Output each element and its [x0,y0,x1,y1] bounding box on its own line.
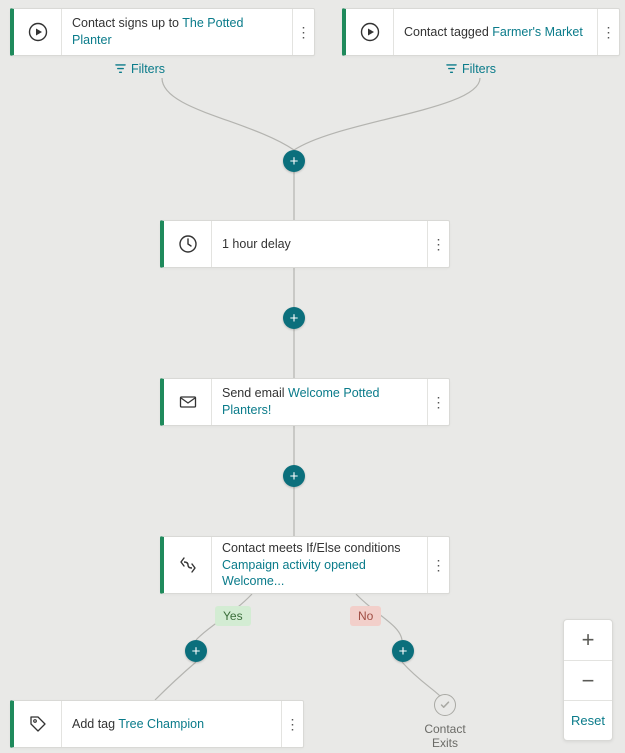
ifelse-card[interactable]: Contact meets If/Else conditions Campaig… [160,536,450,594]
contact-exit: Contact Exits [410,694,480,750]
delay-card[interactable]: 1 hour delay ⋮ [160,220,450,268]
check-circle-icon [434,694,456,716]
zoom-panel: + − Reset [563,619,613,741]
clock-icon [164,221,212,267]
addtag-text: Add tag Tree Champion [62,710,281,739]
zoom-reset-button[interactable]: Reset [564,700,612,740]
card-menu-button[interactable]: ⋮ [427,537,449,593]
card-menu-button[interactable]: ⋮ [292,9,314,55]
trigger-text: Contact signs up to The Potted Planter [62,9,292,55]
add-step-button-no[interactable]: + [392,640,414,662]
email-text: Send email Welcome Potted Planters! [212,379,427,425]
add-step-button[interactable]: + [283,307,305,329]
card-menu-button[interactable]: ⋮ [427,221,449,267]
filters-link[interactable]: Filters [115,62,165,76]
card-menu-button[interactable]: ⋮ [597,9,619,55]
trigger-card-tagged[interactable]: Contact tagged Farmer's Market ⋮ [342,8,620,56]
filters-link[interactable]: Filters [446,62,496,76]
ifelse-text: Contact meets If/Else conditions Campaig… [212,534,427,597]
zoom-out-button[interactable]: − [564,660,612,700]
delay-text: 1 hour delay [212,230,427,259]
filter-icon [115,64,126,75]
addtag-card[interactable]: Add tag Tree Champion ⋮ [10,700,304,748]
trigger-card-signup[interactable]: Contact signs up to The Potted Planter ⋮ [10,8,315,56]
connector-lines [0,0,625,753]
zoom-in-button[interactable]: + [564,620,612,660]
tag-icon [14,701,62,747]
trigger-text: Contact tagged Farmer's Market [394,18,597,47]
card-menu-button[interactable]: ⋮ [281,701,303,747]
branch-yes-label: Yes [215,606,251,626]
add-step-button-yes[interactable]: + [185,640,207,662]
branch-no-label: No [350,606,381,626]
filter-icon [446,64,457,75]
email-card[interactable]: Send email Welcome Potted Planters! ⋮ [160,378,450,426]
play-icon [14,9,62,55]
mail-icon [164,379,212,425]
play-icon [346,9,394,55]
add-step-button[interactable]: + [283,465,305,487]
card-menu-button[interactable]: ⋮ [427,379,449,425]
add-step-button[interactable]: + [283,150,305,172]
split-icon [164,537,212,593]
